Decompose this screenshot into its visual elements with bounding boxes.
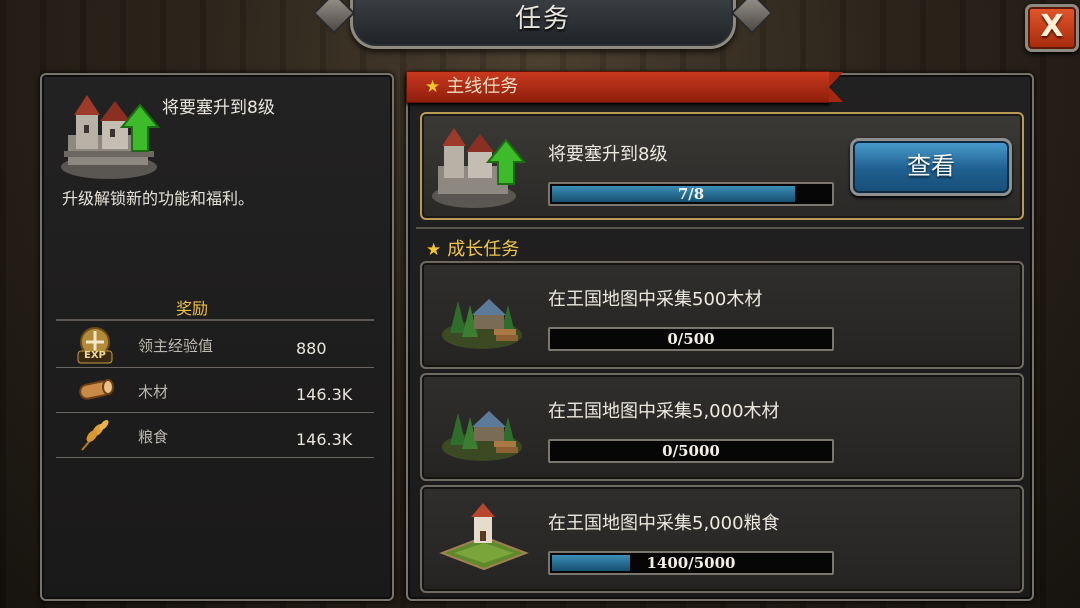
growth-quest-card[interactable]: 在王国地图中采集500木材 0/500 (420, 261, 1024, 369)
reward-name: 木材 (138, 383, 169, 401)
growth-quest-card[interactable]: 在王国地图中采集5,000木材 0/5000 (420, 373, 1024, 481)
reward-divider (56, 412, 374, 413)
quest-list-panel: ★ 主线任务 将要塞升到8级 7/8 查看 ★ 成长任务 在王国地图中采集500… (406, 71, 1034, 601)
reward-value: 146.3K (296, 430, 353, 449)
reward-name: 粮食 (138, 428, 169, 446)
reward-row-exp: EXP 领主经验值 880 (56, 323, 374, 367)
star-icon: ★ (425, 77, 441, 97)
main-quest-name: 将要塞升到8级 (548, 144, 668, 165)
wood-icon (79, 379, 114, 400)
growth-quest-progress-bar: 0/500 (548, 327, 834, 351)
growth-quest-progress-bar: 1400/5000 (548, 551, 834, 575)
lumber-camp-icon (442, 299, 522, 349)
fortress-upgrade-icon (61, 95, 161, 179)
progress-text: 7/8 (677, 185, 705, 203)
progress-text: 0/5000 (662, 442, 720, 460)
reward-divider (56, 367, 374, 368)
grain-icon (81, 420, 109, 451)
star-icon: ★ (426, 240, 442, 260)
main-quest-card[interactable]: 将要塞升到8级 7/8 查看 (420, 112, 1024, 220)
main-quest-progress-bar: 7/8 (548, 182, 834, 206)
quest-detail-panel: 将要塞升到8级 升级解锁新的功能和福利。 奖励 EXP 领主经验值 880 木材… (40, 73, 394, 601)
reward-row-grain: 粮食 146.3K (56, 414, 374, 458)
view-button[interactable]: 查看 (850, 138, 1012, 196)
reward-value: 146.3K (296, 385, 353, 404)
rewards-title: 奖励 (175, 299, 208, 318)
growth-quest-name: 在王国地图中采集5,000粮食 (548, 513, 780, 534)
reward-value: 880 (296, 339, 327, 358)
reward-row-wood: 木材 146.3K (56, 369, 374, 413)
growth-quest-name: 在王国地图中采集500木材 (548, 289, 763, 310)
lumber-camp-icon (442, 411, 522, 461)
exp-badge: EXP (84, 350, 106, 361)
main-quest-banner: ★ 主线任务 (406, 71, 843, 103)
growth-quest-progress-bar: 0/5000 (548, 439, 834, 463)
growth-quest-card[interactable]: 在王国地图中采集5,000粮食 1400/5000 (420, 485, 1024, 593)
detail-description: 升级解锁新的功能和福利。 (62, 189, 255, 208)
close-icon: X (1040, 9, 1064, 44)
title-plate: 任务 (312, 0, 774, 49)
farm-icon (439, 503, 529, 571)
reward-name: 领主经验值 (138, 337, 214, 355)
progress-text: 0/500 (667, 330, 715, 348)
growth-quest-name: 在王国地图中采集5,000木材 (548, 401, 780, 422)
detail-title: 将要塞升到8级 (162, 98, 275, 118)
growth-quest-header: ★ 成长任务 (408, 235, 519, 261)
progress-text: 1400/5000 (646, 554, 736, 572)
growth-quest-section-title: 成长任务 (447, 239, 520, 260)
page-title: 任务 (514, 4, 571, 34)
close-button[interactable]: X (1025, 4, 1079, 52)
main-quest-section-title: 主线任务 (446, 76, 519, 97)
fortress-upgrade-icon (432, 128, 527, 208)
reward-divider (56, 457, 374, 458)
rewards-divider (56, 319, 374, 321)
section-divider (416, 227, 1024, 229)
